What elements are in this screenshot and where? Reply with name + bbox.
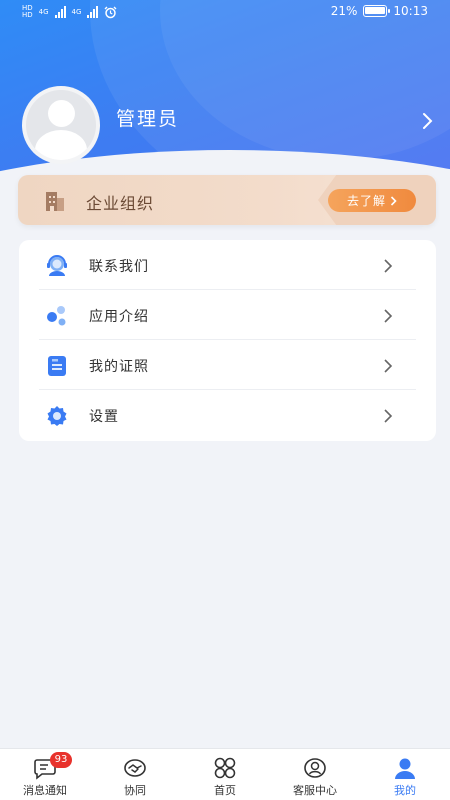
username[interactable]: 管理员 — [116, 104, 179, 131]
hd-indicator: HD HD — [22, 5, 33, 19]
avatar-body — [35, 130, 87, 160]
chevron-right-icon — [384, 259, 393, 273]
learn-more-button[interactable]: 去了解 — [328, 189, 416, 212]
tab-home[interactable]: 首页 — [180, 749, 270, 800]
network-label: 4G — [38, 7, 49, 16]
headset-icon — [47, 255, 67, 276]
menu-item-app-intro[interactable]: 应用介绍 — [19, 290, 436, 340]
app-intro-icon — [47, 306, 66, 326]
tab-label: 协同 — [124, 784, 146, 797]
menu-item-label: 我的证照 — [89, 359, 149, 375]
certificate-icon — [48, 356, 66, 376]
menu-item-label: 联系我们 — [89, 259, 149, 275]
menu-item-label: 应用介绍 — [89, 309, 149, 325]
user-profile-icon — [395, 758, 415, 779]
menu-item-settings[interactable]: 设置 — [19, 390, 436, 440]
battery-icon — [363, 5, 391, 17]
menu-card: 联系我们 应用介绍 我的证照 设置 — [19, 240, 436, 441]
tab-customer-service[interactable]: 客服中心 — [270, 749, 360, 800]
clock: 10:13 — [393, 4, 428, 18]
settings-gear-icon — [47, 406, 67, 426]
alarm-icon — [104, 6, 117, 18]
menu-item-my-certificates[interactable]: 我的证照 — [19, 340, 436, 390]
chevron-right-icon — [384, 309, 393, 323]
avatar-head — [48, 100, 75, 127]
tab-label: 我的 — [394, 784, 416, 797]
tab-label: 客服中心 — [293, 784, 337, 797]
building-icon — [46, 192, 64, 211]
signal-icon — [87, 6, 99, 18]
menu-item-contact-us[interactable]: 联系我们 — [19, 240, 436, 290]
chevron-right-icon — [390, 195, 397, 206]
status-right: 21% 10:13 — [331, 4, 428, 18]
status-bar: HD HD 4G 4G 21% 10:13 — [0, 0, 450, 26]
chevron-right-icon — [384, 359, 393, 373]
unread-badge: 93 — [50, 752, 72, 768]
tab-mine[interactable]: 我的 — [360, 749, 450, 800]
enterprise-org-banner[interactable]: 企业组织 去了解 — [18, 175, 436, 225]
tab-label: 首页 — [214, 784, 236, 797]
network-label: 4G — [71, 7, 82, 16]
handshake-icon — [124, 759, 146, 777]
chevron-right-icon — [384, 409, 393, 423]
chevron-right-icon[interactable] — [420, 110, 434, 132]
signal-icon — [54, 6, 66, 18]
learn-more-label: 去了解 — [346, 194, 386, 208]
tab-collaboration[interactable]: 协同 — [90, 749, 180, 800]
org-label: 企业组织 — [86, 194, 155, 213]
customer-service-icon — [304, 758, 326, 778]
avatar[interactable] — [22, 86, 100, 164]
status-left: HD HD 4G 4G — [22, 5, 117, 19]
bottom-tab-bar: 93 消息通知 协同 首页 客服中心 我的 — [0, 748, 450, 800]
hd-label: HD — [22, 11, 33, 19]
battery-percent: 21% — [330, 4, 358, 18]
menu-item-label: 设置 — [89, 409, 119, 425]
tab-messages[interactable]: 93 消息通知 — [0, 749, 90, 800]
home-grid-icon — [214, 757, 236, 779]
tab-label: 消息通知 — [23, 784, 67, 797]
